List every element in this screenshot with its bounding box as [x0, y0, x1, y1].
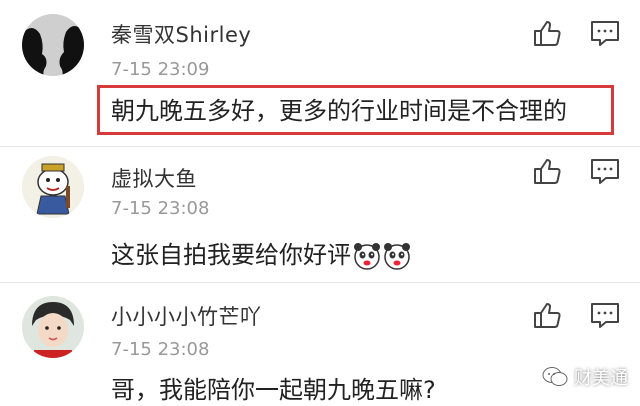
- reply-button[interactable]: [588, 16, 622, 50]
- comment-username[interactable]: 虚拟大鱼: [111, 163, 197, 193]
- reply-button[interactable]: [588, 298, 622, 332]
- comment-icon: [591, 303, 619, 328]
- comment-item: 秦雪双Shirley 7-15 23:09 朝九晚五多好，更多的行业时间是不合理…: [0, 0, 640, 146]
- comment-username[interactable]: 秦雪双Shirley: [111, 19, 251, 49]
- like-button[interactable]: [530, 154, 564, 188]
- comment-item: 虚拟大鱼 7-15 23:08 这张自拍我要给你好评: [0, 146, 640, 282]
- panda-face-icon: [353, 242, 381, 270]
- avatar-image: [22, 156, 84, 218]
- comment-text-value: 这张自拍我要给你好评: [111, 241, 351, 269]
- wechat-icon: [542, 366, 568, 388]
- avatar[interactable]: [22, 156, 84, 218]
- avatar[interactable]: [22, 296, 84, 358]
- comment-icon: [591, 21, 619, 46]
- comment-timestamp: 7-15 23:09: [111, 59, 210, 80]
- comment-text: 这张自拍我要给你好评: [111, 240, 411, 270]
- comment-timestamp: 7-15 23:08: [111, 198, 210, 219]
- panda-face-icon: [383, 242, 411, 270]
- comment-username[interactable]: 小小小小竹芒吖: [111, 301, 262, 331]
- watermark-label: 财美通: [574, 368, 628, 389]
- avatar-image: [22, 296, 84, 358]
- highlight-box: [97, 85, 614, 135]
- avatar-image: [22, 14, 84, 76]
- comment-icon: [591, 159, 619, 184]
- like-button[interactable]: [530, 298, 564, 332]
- thumbs-up-icon: [534, 21, 561, 46]
- comment-timestamp: 7-15 23:08: [111, 339, 210, 360]
- thumbs-up-icon: [534, 303, 561, 328]
- avatar[interactable]: [22, 14, 84, 76]
- like-button[interactable]: [530, 16, 564, 50]
- comment-text: 哥，我能陪你一起朝九晚五嘛?: [111, 376, 436, 404]
- watermark: 财美通: [542, 364, 628, 390]
- thumbs-up-icon: [534, 159, 561, 184]
- reply-button[interactable]: [588, 154, 622, 188]
